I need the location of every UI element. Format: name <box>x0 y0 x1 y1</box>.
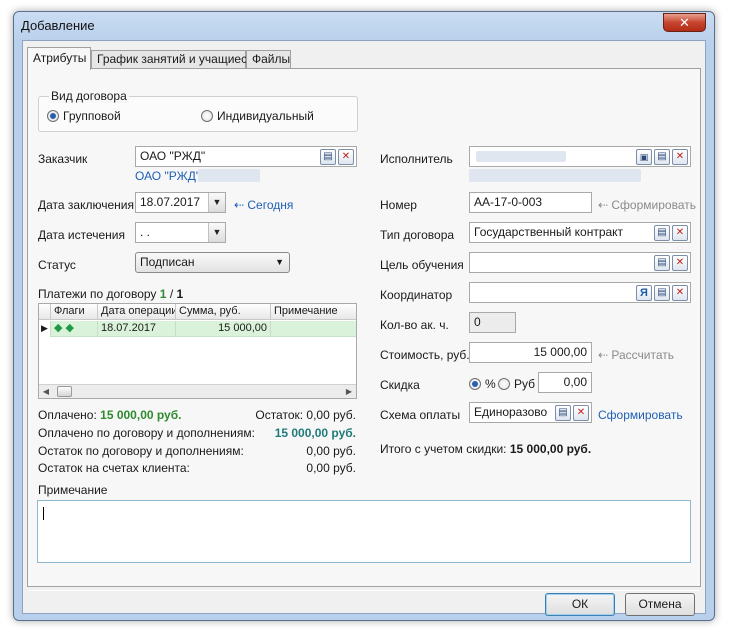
note-textarea[interactable] <box>37 500 691 563</box>
radio-individual-option[interactable]: Индивидуальный <box>201 109 314 123</box>
generate-number-link[interactable]: ⇠ Сформировать <box>598 198 696 212</box>
grid-header-amount[interactable]: Сумма, руб. <box>176 304 271 320</box>
goal-pick-button[interactable]: ▤ <box>654 255 670 271</box>
pay-scheme-label: Схема оплаты <box>380 408 461 422</box>
status-label: Статус <box>38 258 76 272</box>
discount-percent-option[interactable]: % <box>469 377 496 391</box>
tab-attributes[interactable]: Атрибуты <box>27 47 91 70</box>
dialog-client: Атрибуты График занятий и учащиеся Файлы… <box>22 40 706 616</box>
client-rest-label: Остаток на счетах клиента: <box>38 461 190 475</box>
ok-button[interactable]: ОК <box>545 593 615 616</box>
number-input[interactable]: АА-17-0-003 <box>469 192 592 213</box>
expiry-date-label: Дата истечения <box>38 228 125 242</box>
executor-pick-button[interactable]: ▤ <box>654 149 670 165</box>
cancel-button[interactable]: Отмена <box>625 593 695 616</box>
contract-kind-group: Вид договора Групповой Индивидуальный <box>38 89 358 132</box>
contract-type-pick-button[interactable]: ▤ <box>654 225 670 241</box>
grid-corner <box>39 304 51 320</box>
discount-input[interactable]: 0,00 <box>538 372 592 393</box>
row-amount: 15 000,00 <box>176 321 271 337</box>
total-line: Итого с учетом скидки: 15 000,00 руб. <box>380 442 592 456</box>
hours-input: 0 <box>469 312 516 333</box>
customer-link-redacted <box>198 169 260 182</box>
title-bar: Добавление ✕ <box>14 12 714 40</box>
discount-label: Скидка <box>380 378 420 392</box>
row-note <box>271 321 357 337</box>
payments-grid[interactable]: Флаги Дата операции Сумма, руб. Примечан… <box>38 303 357 399</box>
tab-files[interactable]: Файлы <box>246 50 291 69</box>
grid-header-note[interactable]: Примечание <box>271 304 357 320</box>
cost-input[interactable]: 15 000,00 <box>469 342 592 363</box>
radio-empty-icon <box>201 110 213 122</box>
cost-label: Стоимость, руб. <box>380 348 470 362</box>
customer-label: Заказчик <box>38 152 88 166</box>
tab-schedule[interactable]: График занятий и учащиеся <box>91 50 254 69</box>
conclusion-date-label: Дата заключения <box>38 198 134 212</box>
chevron-down-icon[interactable]: ▼ <box>208 193 225 212</box>
note-label: Примечание <box>38 483 108 497</box>
paid-total-value: 15 000,00 руб. <box>274 426 356 440</box>
discount-rub-option[interactable]: Руб <box>498 377 535 391</box>
close-button[interactable]: ✕ <box>663 13 706 32</box>
goal-clear-button[interactable]: ✕ <box>672 255 688 271</box>
grid-header-date[interactable]: Дата операции <box>98 304 176 320</box>
horizontal-scrollbar[interactable]: ◀ ▶ <box>39 384 356 398</box>
executor-redacted <box>476 151 566 162</box>
row-flags: ◆ ◆ <box>51 321 98 337</box>
row-pointer-icon: ▶ <box>39 321 51 337</box>
rest-total-value: 0,00 руб. <box>306 444 356 458</box>
contract-type-label: Тип договора <box>380 228 455 242</box>
scroll-thumb[interactable] <box>57 386 72 397</box>
number-label: Номер <box>380 198 417 212</box>
today-link[interactable]: ⇠ Сегодня <box>234 198 293 212</box>
pay-scheme-clear-button[interactable]: ✕ <box>573 405 589 421</box>
row-date: 18.07.2017 <box>98 321 176 337</box>
hours-label: Кол-во ак. ч. <box>380 318 449 332</box>
payments-label: Платежи по договору 1 / 1 <box>38 287 184 301</box>
client-rest-value: 0,00 руб. <box>306 461 356 475</box>
executor-link-redacted <box>469 169 641 182</box>
radio-group-option[interactable]: Групповой <box>47 109 121 123</box>
customer-pick-button[interactable]: ▤ <box>320 149 336 165</box>
rest-line: Остаток: 0,00 руб. <box>255 408 356 422</box>
dialog-window: Добавление ✕ Атрибуты График занятий и у… <box>13 11 715 621</box>
form-schedule-link[interactable]: Сформировать <box>598 408 683 422</box>
pay-scheme-pick-button[interactable]: ▤ <box>555 405 571 421</box>
radio-selected-icon <box>469 378 481 390</box>
table-row[interactable]: ▶ ◆ ◆ 18.07.2017 15 000,00 <box>39 321 356 337</box>
contract-kind-title: Вид договора <box>49 89 129 103</box>
goal-label: Цель обучения <box>380 258 464 272</box>
status-select[interactable]: Подписан ▼ <box>135 252 290 273</box>
paid-line: Оплачено: 15 000,00 руб. <box>38 408 182 422</box>
customer-clear-button[interactable]: ✕ <box>338 149 354 165</box>
executor-clear-button[interactable]: ✕ <box>672 149 688 165</box>
calculate-link[interactable]: ⇠ Рассчитать <box>598 348 674 362</box>
coordinator-pick-button[interactable]: ▤ <box>654 285 670 301</box>
radio-selected-icon <box>47 110 59 122</box>
chevron-down-icon: ▼ <box>275 257 284 267</box>
paid-total-label: Оплачено по договору и дополнениям: <box>38 426 255 440</box>
footer-divider <box>29 590 699 591</box>
text-caret <box>43 507 44 520</box>
grid-header-flags[interactable]: Флаги <box>51 304 98 320</box>
window-title: Добавление <box>21 18 95 33</box>
chevron-down-icon[interactable]: ▼ <box>208 223 225 242</box>
coordinator-clear-button[interactable]: ✕ <box>672 285 688 301</box>
scroll-left-icon[interactable]: ◀ <box>39 385 53 398</box>
coordinator-label: Координатор <box>380 288 453 302</box>
customer-link[interactable]: ОАО "РЖД"/ <box>135 169 203 183</box>
scroll-right-icon[interactable]: ▶ <box>342 385 356 398</box>
lock-icon[interactable]: ▣ <box>636 149 652 165</box>
executor-label: Исполнитель <box>380 152 453 166</box>
grid-header: Флаги Дата операции Сумма, руб. Примечан… <box>39 304 356 320</box>
contract-type-clear-button[interactable]: ✕ <box>672 225 688 241</box>
rest-total-label: Остаток по договору и дополнениям: <box>38 444 244 458</box>
mail-icon[interactable]: Я <box>636 285 652 301</box>
radio-empty-icon <box>498 378 510 390</box>
